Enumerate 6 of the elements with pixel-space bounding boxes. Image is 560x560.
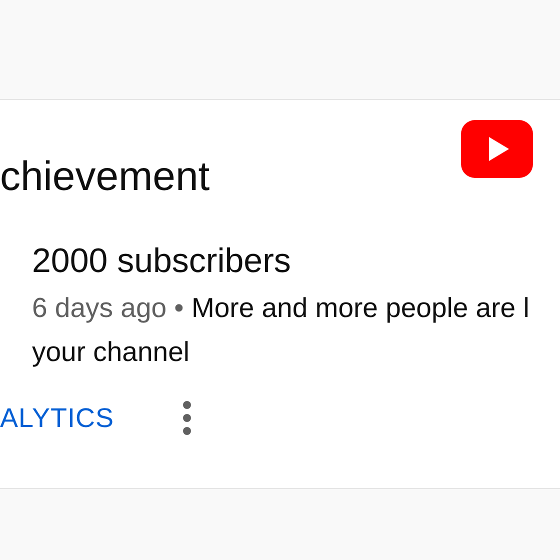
achievement-heading: chievement bbox=[0, 154, 210, 198]
analytics-link[interactable]: ALYTICS bbox=[0, 402, 114, 434]
more-options-icon[interactable] bbox=[182, 400, 192, 436]
play-logo-icon bbox=[461, 120, 533, 178]
notification-title: 2000 subscribers bbox=[32, 242, 292, 280]
notification-message: 6 days ago • More and more people are l your channel bbox=[32, 291, 530, 369]
